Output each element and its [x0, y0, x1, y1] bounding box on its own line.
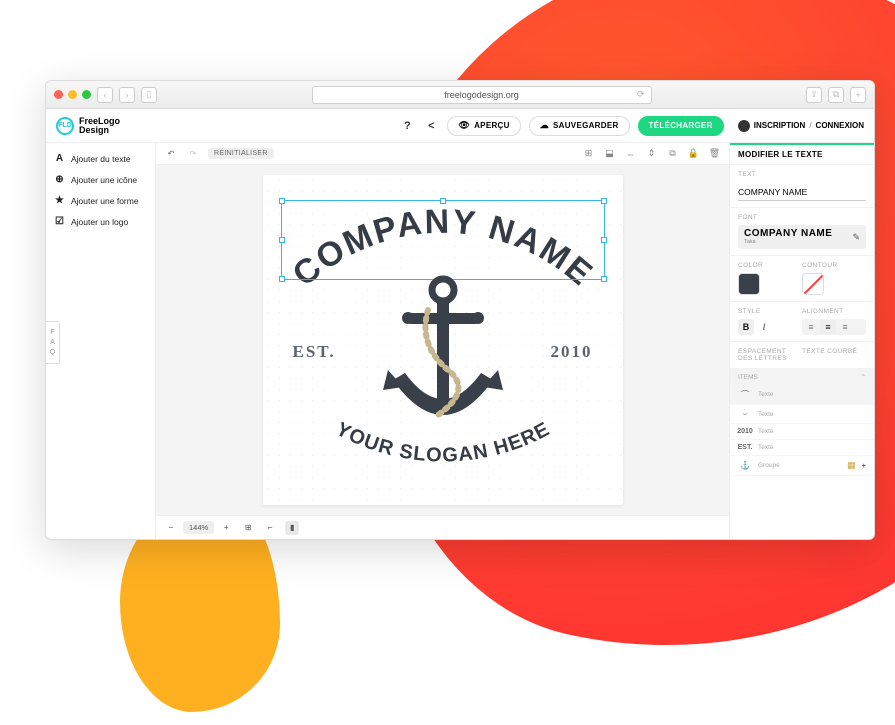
text-input[interactable]	[738, 184, 866, 201]
sidebar-item-add-shape[interactable]: ★ Ajouter une forme	[54, 195, 147, 206]
layer-down-icon[interactable]: ⬓	[603, 147, 616, 160]
logo-anchor-icon[interactable]	[378, 275, 508, 440]
align-tool-icon[interactable]: ⊞	[582, 147, 595, 160]
browser-titlebar: ‹ › ▯ freelogodesign.org ⟳ ⇪ ⧉ +	[46, 81, 874, 109]
canvas-area: ↶ ↷ RÉINITIALISER ⊞ ⬓ ⇔ ⇕ ⧉ 🔒 🗑	[156, 143, 729, 539]
sidebar-toggle-button[interactable]: ▯	[141, 87, 157, 103]
curve-down-icon: ⌣	[738, 409, 752, 419]
url-text: freelogodesign.org	[444, 90, 519, 100]
copy-icon[interactable]: ⧉	[666, 147, 679, 160]
anchor-icon: ⚓	[738, 461, 752, 470]
panel-title: MODIFIER LE TEXTE	[730, 143, 874, 165]
help-icon[interactable]: ?	[399, 118, 415, 134]
stroke-color-swatch[interactable]	[802, 273, 824, 295]
bottom-bar: − 144% + ⊞ ⌐ ▮	[156, 515, 729, 539]
url-bar[interactable]: freelogodesign.org ⟳	[312, 86, 652, 104]
maximize-icon[interactable]	[82, 90, 91, 99]
layer-item-year[interactable]: 2010 Texte	[730, 424, 874, 440]
avatar-icon	[738, 120, 750, 132]
section-spacing-curve: ESPACEMENT DES LETTRES TEXTE COURBÉ	[730, 342, 874, 369]
layer-item-slogan[interactable]: ⌣ Texte	[730, 405, 874, 424]
undo-button[interactable]: ↶	[164, 147, 178, 161]
zoom-level[interactable]: 144%	[183, 521, 214, 534]
left-sidebar: A Ajouter du texte ⊕ Ajouter une icône ★…	[46, 143, 156, 539]
logo-est-text[interactable]: EST.	[293, 343, 336, 360]
reset-button[interactable]: RÉINITIALISER	[208, 148, 274, 159]
forward-button[interactable]: ›	[119, 87, 135, 103]
save-button[interactable]: ☁ SAUVEGARDER	[529, 116, 630, 136]
delete-icon[interactable]: 🗑	[708, 147, 721, 160]
edit-font-icon[interactable]: ✎	[852, 232, 860, 243]
share-icon[interactable]: <	[423, 118, 439, 134]
guides-toggle-button[interactable]: ▮	[285, 521, 299, 535]
eye-icon: 👁	[458, 120, 470, 131]
bold-button[interactable]: B	[738, 319, 754, 335]
section-colors: COLOR CONTOUR	[730, 256, 874, 302]
align-right-button[interactable]: ≡	[837, 320, 853, 334]
add-layer-button[interactable]: +	[862, 461, 866, 470]
section-font: FONT COMPANY NAME Taka ✎	[730, 208, 874, 256]
sidebar-item-add-logo[interactable]: ☑ Ajouter un logo	[54, 216, 147, 227]
window-controls	[54, 90, 91, 99]
logo-text: FreeLogo Design	[79, 117, 120, 135]
shape-tool-icon: ★	[54, 195, 65, 206]
section-style-align: STYLE B I ALIGNMENT ≡ ≡ ≡	[730, 302, 874, 342]
items-header: ITEMS ⌃	[730, 369, 874, 385]
auth-links: INSCRIPTION / CONNEXION	[738, 120, 864, 132]
sidebar-item-add-text[interactable]: A Ajouter du texte	[54, 153, 147, 164]
back-button[interactable]: ‹	[97, 87, 113, 103]
tabs-button[interactable]: ⧉	[828, 87, 844, 103]
logo-year-text[interactable]: 2010	[551, 343, 593, 360]
flip-h-icon[interactable]: ⇔	[624, 147, 637, 160]
faq-tab[interactable]: FAQ	[46, 321, 60, 364]
alignment-group: ≡ ≡ ≡	[802, 319, 866, 335]
logo-slogan-text[interactable]: YOUR SLOGAN HERE	[263, 422, 623, 487]
layer-item-company[interactable]: ⌒ Texte	[730, 385, 874, 405]
font-picker[interactable]: COMPANY NAME Taka ✎	[738, 225, 866, 249]
snap-toggle-button[interactable]: ⌐	[263, 521, 277, 535]
zoom-in-button[interactable]: +	[219, 521, 233, 535]
signup-link[interactable]: INSCRIPTION	[754, 121, 806, 130]
app-main: A Ajouter du texte ⊕ Ajouter une icône ★…	[46, 143, 874, 539]
browser-window: ‹ › ▯ freelogodesign.org ⟳ ⇪ ⧉ + FLD Fre…	[45, 80, 875, 540]
align-center-button[interactable]: ≡	[820, 320, 836, 334]
grid-toggle-button[interactable]: ⊞	[241, 521, 255, 535]
lock-icon[interactable]: 🔒	[687, 147, 700, 160]
preview-button[interactable]: 👁 APERÇU	[447, 116, 520, 136]
close-icon[interactable]	[54, 90, 63, 99]
text-tool-icon: A	[54, 153, 65, 164]
login-link[interactable]: CONNEXION	[816, 121, 864, 130]
folder-icon[interactable]: ▦	[847, 460, 856, 471]
canvas[interactable]: COMPANY NAME EST. 2010	[156, 165, 729, 515]
align-left-button[interactable]: ≡	[803, 320, 819, 334]
app-logo[interactable]: FLD FreeLogo Design	[56, 117, 120, 135]
items-chevron-icon[interactable]: ⌃	[861, 373, 866, 381]
artboard[interactable]: COMPANY NAME EST. 2010	[263, 175, 623, 505]
cloud-icon: ☁	[540, 120, 549, 131]
new-tab-button[interactable]: +	[850, 87, 866, 103]
redo-button[interactable]: ↷	[186, 147, 200, 161]
reload-icon[interactable]: ⟳	[637, 89, 645, 100]
section-text: TEXT	[730, 165, 874, 208]
svg-text:YOUR SLOGAN HERE: YOUR SLOGAN HERE	[332, 422, 553, 467]
fill-color-swatch[interactable]	[738, 273, 760, 295]
curve-up-icon: ⌒	[738, 389, 752, 400]
italic-button[interactable]: I	[756, 319, 772, 335]
layer-item-est[interactable]: EST. Texte	[730, 440, 874, 456]
properties-panel: MODIFIER LE TEXTE TEXT FONT COMPANY NAME…	[729, 143, 874, 539]
zoom-out-button[interactable]: −	[164, 521, 178, 535]
layer-item-anchor-group[interactable]: ⚓ Groupe ▦ +	[730, 456, 874, 476]
icon-tool-icon: ⊕	[54, 174, 65, 185]
share-button[interactable]: ⇪	[806, 87, 822, 103]
flip-v-icon[interactable]: ⇕	[645, 147, 658, 160]
canvas-toolbar: ↶ ↷ RÉINITIALISER ⊞ ⬓ ⇔ ⇕ ⧉ 🔒 🗑	[156, 143, 729, 165]
zoom-controls: − 144% +	[164, 521, 233, 535]
logo-badge: FLD	[56, 117, 74, 135]
download-button[interactable]: TÉLÉCHARGER	[638, 116, 724, 136]
sidebar-item-add-icon[interactable]: ⊕ Ajouter une icône	[54, 174, 147, 185]
logo-tool-icon: ☑	[54, 216, 65, 227]
minimize-icon[interactable]	[68, 90, 77, 99]
app-header: FLD FreeLogo Design ? < 👁 APERÇU ☁ SAUVE…	[46, 109, 874, 143]
